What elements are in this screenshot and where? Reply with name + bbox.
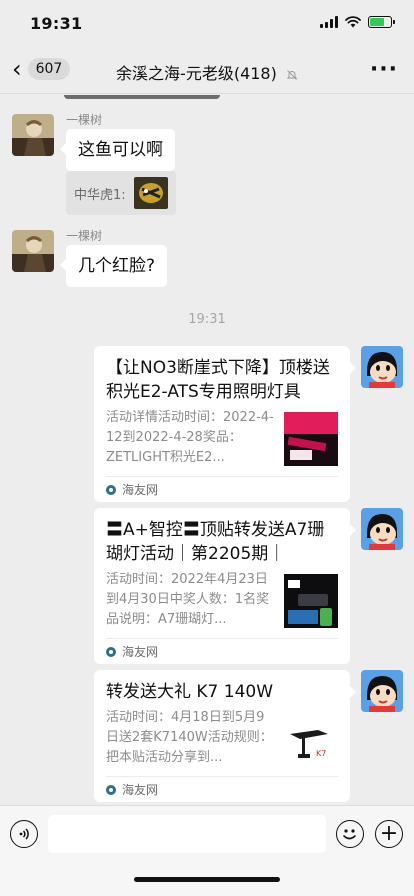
source-app-icon bbox=[106, 646, 116, 657]
more-dots-icon: ··· bbox=[369, 57, 398, 82]
card-thumbnail bbox=[284, 412, 338, 466]
chat-area[interactable]: 一棵树 这鱼可以啊 中华虎1: 一棵树 几个红脸? 19:31 【让NO3断崖式… bbox=[0, 95, 414, 805]
card-source: 海友网 bbox=[106, 776, 338, 802]
message-bubble[interactable]: 这鱼可以啊 bbox=[60, 129, 175, 171]
card-thumbnail bbox=[284, 574, 338, 628]
chat-title-text: 余溪之海-元老级(418) bbox=[116, 64, 277, 83]
chat-title[interactable]: 余溪之海-元老级(418) bbox=[0, 60, 414, 84]
source-name: 海友网 bbox=[122, 645, 159, 659]
card-description: 活动时间：2022年4月23日到4月30日中奖人数：1名奖品说明：A7珊瑚灯..… bbox=[106, 572, 270, 627]
my-avatar[interactable] bbox=[361, 508, 403, 550]
partial-image-message[interactable] bbox=[64, 95, 220, 99]
plus-icon: + bbox=[379, 821, 399, 846]
card-description: 活动时间：4月18日到5月9日送2套K7140W活动规则：把本贴活动分享到... bbox=[106, 710, 273, 765]
status-time: 19:31 bbox=[30, 14, 83, 33]
link-card[interactable]: 〓A+智控〓顶贴转发送A7珊瑚灯活动｜第2205期｜ 活动时间：2022年4月2… bbox=[94, 508, 356, 664]
avatar[interactable] bbox=[12, 230, 54, 272]
source-app-icon bbox=[106, 784, 116, 795]
home-indicator bbox=[134, 877, 280, 882]
quote-sender: 中华虎1: bbox=[74, 187, 126, 203]
source-app-icon bbox=[106, 484, 116, 495]
quote-thumbnail bbox=[133, 177, 168, 209]
more-button[interactable]: ··· bbox=[370, 57, 398, 82]
message-input[interactable] bbox=[48, 815, 326, 853]
emoji-button[interactable] bbox=[336, 820, 364, 848]
voice-button[interactable] bbox=[10, 820, 38, 848]
avatar[interactable] bbox=[12, 114, 54, 156]
card-source: 海友网 bbox=[106, 476, 338, 502]
status-bar: 19:31 bbox=[0, 0, 414, 48]
link-card[interactable]: 转发送大礼 K7 140W 活动时间：4月18日到5月9日送2套K7140W活动… bbox=[94, 670, 356, 802]
wifi-icon bbox=[345, 16, 361, 28]
signal-icon bbox=[320, 16, 338, 28]
card-thumbnail: K7 bbox=[284, 712, 338, 766]
emoji-icon bbox=[343, 829, 356, 840]
message-bubble[interactable]: 几个红脸? bbox=[59, 245, 168, 287]
sender-name: 一棵树 bbox=[66, 113, 103, 127]
source-name: 海友网 bbox=[122, 483, 159, 497]
time-divider: 19:31 bbox=[188, 312, 226, 327]
card-description: 活动详情活动时间：2022-4-12到2022-4-28奖品：ZETLIGHT积… bbox=[106, 410, 274, 465]
card-title: 【让NO3断崖式下降】顶楼送积光E2-ATS专用照明灯具 bbox=[106, 358, 330, 402]
card-title: 〓A+智控〓顶贴转发送A7珊瑚灯活动｜第2205期｜ bbox=[106, 520, 325, 564]
status-icons bbox=[320, 16, 395, 28]
quoted-message[interactable]: 中华虎1: bbox=[66, 171, 176, 215]
battery-icon bbox=[368, 16, 395, 28]
nav-bar: ‹ 607 余溪之海-元老级(418) ··· bbox=[0, 48, 414, 94]
link-card[interactable]: 【让NO3断崖式下降】顶楼送积光E2-ATS专用照明灯具 活动详情活动时间：20… bbox=[94, 346, 356, 502]
my-avatar[interactable] bbox=[361, 670, 403, 712]
svg-text:K7: K7 bbox=[316, 749, 326, 758]
sender-name: 一棵树 bbox=[66, 229, 103, 243]
bell-mute-icon bbox=[286, 69, 298, 80]
input-bar: + bbox=[0, 805, 414, 896]
voice-icon bbox=[19, 828, 29, 840]
my-avatar[interactable] bbox=[361, 346, 403, 388]
card-source: 海友网 bbox=[106, 638, 338, 664]
plus-button[interactable]: + bbox=[375, 820, 403, 848]
card-title: 转发送大礼 K7 140W bbox=[106, 682, 274, 702]
source-name: 海友网 bbox=[122, 783, 159, 797]
